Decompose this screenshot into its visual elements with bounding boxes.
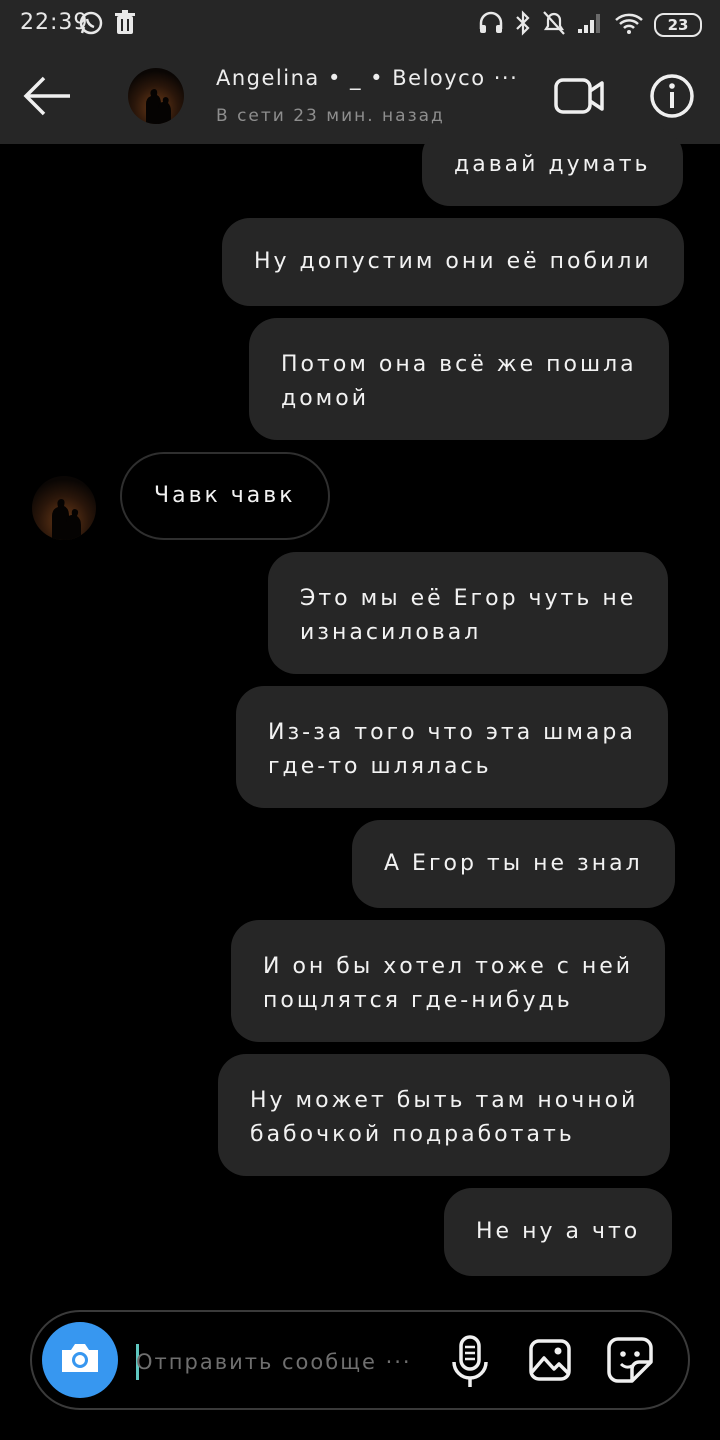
- message-bubble[interactable]: Потом она всё же пошла домой: [249, 318, 669, 440]
- video-call-icon: [552, 78, 608, 122]
- message-text: Потом она всё же пошла: [281, 352, 637, 377]
- trash-icon: [114, 10, 136, 40]
- battery-indicator: 23: [654, 13, 702, 37]
- headphones-icon: [478, 11, 504, 39]
- top-bar: 22:39 23 Angelina • _ • Beloyco ··· В се…: [0, 0, 720, 144]
- gallery-icon: [528, 1339, 572, 1386]
- message-bubble[interactable]: Не ну а что: [444, 1188, 673, 1276]
- video-call-button[interactable]: [552, 74, 608, 118]
- message-text: Это мы её Егор чуть не: [300, 586, 637, 611]
- message-text: пощлятся где-нибудь: [263, 988, 573, 1013]
- message-text: Ну допустим они её побили: [254, 249, 652, 274]
- status-right-icons: 23: [478, 10, 702, 40]
- message-composer: [30, 1310, 690, 1410]
- contact-name[interactable]: Angelina • _ • Beloyco ···: [216, 66, 518, 90]
- message-text: Из-за того что эта шмара: [268, 720, 636, 745]
- message-bubble[interactable]: Ну может быть там ночной бабочкой подраб…: [218, 1054, 671, 1176]
- chat-screen: 22:39 23 Angelina • _ • Beloyco ··· В се…: [0, 0, 720, 1440]
- bluetooth-icon: [514, 10, 532, 40]
- status-left-icons: [78, 10, 136, 40]
- voice-message-button[interactable]: [450, 1334, 490, 1390]
- message-text: бабочкой подработать: [250, 1122, 575, 1147]
- whatsapp-icon: [78, 10, 104, 40]
- message-bubble[interactable]: Из-за того что эта шмара где-то шлялась: [236, 686, 668, 808]
- message-bubble[interactable]: А Егор ты не знал: [352, 820, 675, 908]
- message-bubble-incoming[interactable]: Чавк чавк: [120, 452, 330, 540]
- message-text: где-то шлялась: [268, 754, 492, 779]
- message-text: Не ну а что: [476, 1219, 641, 1244]
- contact-avatar[interactable]: [128, 68, 184, 124]
- message-text: А Егор ты не знал: [384, 851, 643, 876]
- message-text: Чавк чавк: [154, 483, 296, 508]
- signal-icon: [576, 11, 604, 39]
- back-button[interactable]: [20, 72, 76, 120]
- message-input[interactable]: [136, 1342, 426, 1382]
- message-bubble[interactable]: Это мы её Егор чуть не изнасиловал: [268, 552, 669, 674]
- message-text: Ну может быть там ночной: [250, 1088, 639, 1113]
- camera-icon: [58, 1340, 102, 1380]
- sender-avatar[interactable]: [32, 476, 96, 540]
- message-text: домой: [281, 386, 370, 411]
- sticker-icon: [606, 1337, 654, 1388]
- microphone-icon: [450, 1335, 490, 1394]
- contact-status: В сети 23 мин. назад: [216, 106, 445, 126]
- camera-button[interactable]: [42, 1322, 118, 1398]
- gallery-button[interactable]: [528, 1338, 572, 1382]
- message-bubble[interactable]: Ну допустим они её побили: [222, 218, 684, 306]
- message-text: давай думать: [454, 152, 651, 177]
- info-button[interactable]: [648, 72, 696, 120]
- message-text: И он бы хотел тоже с ней: [263, 954, 634, 979]
- mute-icon: [542, 10, 566, 40]
- message-bubble[interactable]: давай думать: [422, 128, 683, 206]
- message-text: изнасиловал: [300, 620, 482, 645]
- back-arrow-icon: [20, 76, 76, 124]
- sticker-button[interactable]: [606, 1336, 654, 1384]
- wifi-icon: [614, 11, 644, 39]
- message-bubble[interactable]: И он бы хотел тоже с ней пощлятся где-ни…: [231, 920, 666, 1042]
- info-icon: [648, 74, 696, 124]
